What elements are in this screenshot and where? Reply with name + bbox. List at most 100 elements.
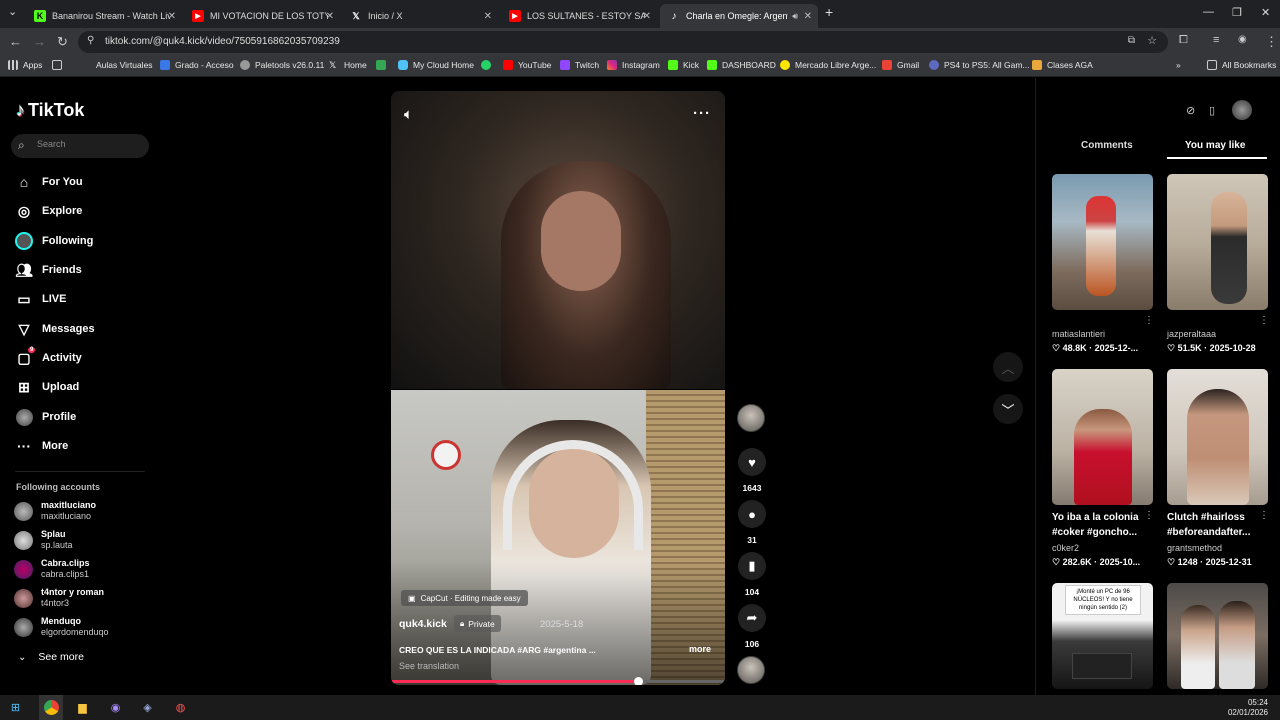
following-account[interactable]: t4ntor y roman t4ntor3 <box>14 585 104 611</box>
bookmark-item[interactable]: YouTube <box>503 60 551 70</box>
sound-disc-avatar[interactable] <box>737 656 765 684</box>
bookmark-item[interactable]: Kick <box>668 60 699 70</box>
bookmark-item[interactable]: Grado - Acceso <box>160 60 234 70</box>
profile-avatar-icon[interactable]: ◉ <box>1238 34 1247 45</box>
author-avatar[interactable] <box>737 404 765 432</box>
minimize-icon[interactable]: — <box>1203 6 1214 18</box>
card-title[interactable]: Clutch #hairloss #beforeandafter... <box>1167 510 1259 540</box>
account-avatar[interactable] <box>1232 100 1252 120</box>
browser-tab-active[interactable]: ♪ Charla en Omegle: Argentin 🔊︎ ✕ <box>660 4 818 28</box>
nav-friends[interactable]: 👥︎ Friends <box>15 259 82 281</box>
close-tab-icon[interactable]: ✕ <box>643 11 651 22</box>
card-author[interactable]: matiaslantieri <box>1052 329 1105 339</box>
tab-comments[interactable]: Comments <box>1081 140 1133 151</box>
nav-messages[interactable]: ▽ Messages <box>15 318 95 340</box>
nav-profile[interactable]: Profile <box>15 406 76 428</box>
previous-video-button[interactable]: ︿ <box>993 352 1023 382</box>
video-author[interactable]: quk4.kick <box>399 618 447 630</box>
all-bookmarks[interactable]: All Bookmarks <box>1207 60 1276 70</box>
next-video-button[interactable]: ﹀ <box>993 394 1023 424</box>
progress-handle[interactable] <box>634 677 644 685</box>
nav-upload[interactable]: ⊞ Upload <box>15 376 79 398</box>
progress-bar[interactable] <box>391 677 725 685</box>
see-more-button[interactable]: ⌄ See more <box>18 651 84 663</box>
card-author[interactable]: c0ker2 <box>1052 543 1079 553</box>
browser-tab[interactable]: K Bananirou Stream - Watch Live ✕ <box>26 4 182 28</box>
discord-icon[interactable]: ◉ <box>107 699 124 716</box>
bookmark-apps[interactable]: Apps <box>8 60 42 70</box>
bookmark-item[interactable] <box>376 60 391 70</box>
steam-icon[interactable]: ◈ <box>139 699 156 716</box>
bookmark-item[interactable] <box>481 60 496 70</box>
tab-search-icon[interactable]: ⌄ <box>8 5 17 18</box>
window-close-icon[interactable]: ✕ <box>1261 6 1270 19</box>
extensions-icon[interactable]: ⧠ <box>1179 34 1188 47</box>
video-player[interactable]: 🔈︎ ··· ▣ CapCut · Editing made easy quk4.… <box>391 91 725 685</box>
browser-tab[interactable]: ▶ LOS SULTANES - ESTOY SALIEN ✕ <box>501 4 657 28</box>
file-explorer-icon[interactable]: ▆ <box>74 699 91 716</box>
bookmark-item[interactable]: DASHBOARD <box>707 60 776 70</box>
bookmark-item[interactable]: PS4 to PS5: All Gam... <box>929 60 1030 70</box>
caption-more-button[interactable]: more <box>689 644 711 654</box>
url-text[interactable]: tiktok.com/@quk4.kick/video/750591686203… <box>105 36 340 47</box>
browser-tab[interactable]: ▶ MI VOTACION DE LOS TOTY (1/ ✕ <box>184 4 340 28</box>
start-menu-icon[interactable]: ⊞ <box>7 699 24 716</box>
restore-icon[interactable]: ❐ <box>1232 6 1242 19</box>
card-more-icon[interactable]: ⋮ <box>1144 510 1154 521</box>
card-more-icon[interactable]: ⋮ <box>1259 315 1269 326</box>
nav-for-you[interactable]: ⌂ For You <box>15 171 83 193</box>
forward-icon[interactable]: → <box>33 34 46 49</box>
bookmark-item[interactable]: Gmail <box>882 60 919 70</box>
bookmark-item[interactable]: My Cloud Home <box>398 60 474 70</box>
bookmark-item[interactable]: 𝕏 Home <box>329 60 367 70</box>
bookmark-grid[interactable] <box>52 60 67 70</box>
nav-activity[interactable]: ▢ 9 Activity <box>15 347 82 369</box>
see-translation-link[interactable]: See translation <box>399 661 459 671</box>
chrome-menu-icon[interactable]: ⋮ <box>1265 34 1278 50</box>
bookmark-item[interactable]: Instagram <box>607 60 660 70</box>
card-author[interactable]: grantsmethod <box>1167 543 1222 553</box>
bookmark-star-icon[interactable]: ☆ <box>1147 34 1157 47</box>
bookmark-item[interactable]: Twitch <box>560 60 599 70</box>
bookmark-item[interactable]: Paletools v26.0.11 <box>240 60 324 70</box>
card-title[interactable]: Yo iba a la colonia #coker #goncho... <box>1052 510 1144 540</box>
site-info-icon[interactable]: ⚲ <box>87 35 94 46</box>
card-more-icon[interactable]: ⋮ <box>1259 510 1269 521</box>
address-bar[interactable]: ⚲ tiktok.com/@quk4.kick/video/7505916862… <box>78 31 1168 53</box>
like-button[interactable]: ♥ 1643 <box>737 448 767 493</box>
search-input[interactable] <box>37 139 137 149</box>
tab-you-may-like[interactable]: You may like <box>1185 140 1245 151</box>
autoscroll-icon[interactable]: ⊘ <box>1186 104 1195 117</box>
device-icon[interactable]: ▯ <box>1209 104 1215 117</box>
video-thumbnail[interactable] <box>1167 583 1268 689</box>
share-button[interactable]: ➦ 106 <box>737 604 767 649</box>
browser-tab[interactable]: 𝕏 Inicio / X ✕ <box>342 4 498 28</box>
following-account[interactable]: Splau sp.lauta <box>14 527 73 553</box>
bookmark-item[interactable]: Mercado Libre Arge... <box>780 60 876 70</box>
volume-icon[interactable]: 🔈︎ <box>404 106 413 123</box>
system-clock[interactable]: 05:24 02/01/2026 <box>1228 698 1268 718</box>
nav-live[interactable]: ▭ LIVE <box>15 288 66 310</box>
install-app-icon[interactable]: ⧉ <box>1128 35 1135 46</box>
app-icon[interactable]: ◍ <box>172 699 189 716</box>
card-author[interactable]: jazperaltaaa <box>1167 329 1216 339</box>
reload-icon[interactable]: ↻ <box>57 34 68 50</box>
card-more-icon[interactable]: ⋮ <box>1144 315 1154 326</box>
nav-explore[interactable]: ◎ Explore <box>15 200 82 222</box>
comment-button[interactable]: ● 31 <box>737 500 767 545</box>
close-tab-icon[interactable]: ✕ <box>804 11 812 22</box>
following-account[interactable]: maxitluciano maxitluciano <box>14 498 96 524</box>
video-thumbnail[interactable] <box>1052 369 1153 505</box>
following-account[interactable]: Cabra.clips cabra.clips1 <box>14 556 90 582</box>
video-thumbnail[interactable] <box>1167 174 1268 310</box>
video-thumbnail[interactable] <box>1052 174 1153 310</box>
close-tab-icon[interactable]: ✕ <box>326 11 334 22</box>
video-thumbnail[interactable]: ¡Monté un PC de 96 NÚCLEOS! Y no tiene n… <box>1052 583 1153 689</box>
chrome-taskbar-item[interactable] <box>39 695 63 720</box>
close-tab-icon[interactable]: ✕ <box>168 11 176 22</box>
bookmark-item[interactable]: Aulas Virtuales <box>81 60 153 70</box>
back-icon[interactable]: ← <box>9 34 22 49</box>
nav-more[interactable]: ··· More <box>15 435 68 457</box>
new-tab-icon[interactable]: + <box>825 4 833 20</box>
capcut-anchor[interactable]: ▣ CapCut · Editing made easy <box>401 590 528 606</box>
